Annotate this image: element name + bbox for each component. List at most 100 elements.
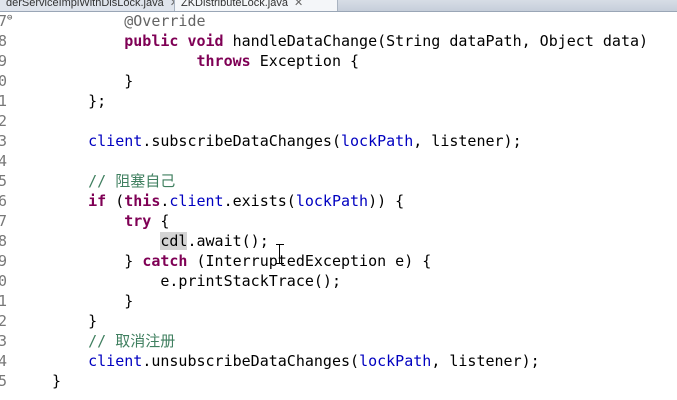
tab-label: derServiceImplWithDisLock.java [6, 0, 164, 9]
code-line[interactable]: 0 e.printStackTrace(); [0, 271, 677, 291]
code-line[interactable]: 7 ⊖ @Override [0, 11, 677, 31]
code-line[interactable]: 4 client.unsubscribeDataChanges(lockPath… [0, 351, 677, 371]
code-text: } [52, 291, 133, 311]
code-line[interactable]: 9 throws Exception { [0, 51, 677, 71]
code-line[interactable]: 2 } [0, 311, 677, 331]
code-line[interactable]: 3 // 取消注册 [0, 331, 677, 351]
fold-marker-icon[interactable]: ⊖ [7, 8, 12, 28]
code-text: cdl.await(); [52, 231, 269, 251]
token: } [52, 292, 134, 310]
token: e.printStackTrace(); [52, 272, 341, 290]
code-text: throws Exception { [52, 51, 360, 71]
token-cmt: // 取消注册 [88, 332, 176, 350]
token-hl: cdl [160, 232, 188, 250]
line-number: 2 [0, 112, 8, 130]
code-text: } [52, 311, 97, 331]
line-number: 7 [0, 212, 8, 230]
code-line[interactable]: 9 } catch (InterruptedException e) { [0, 251, 677, 271]
code-editor[interactable]: derServiceImplWithDisLock.java✕ ZKDistri… [0, 0, 677, 400]
token: ( [106, 192, 125, 210]
code-line[interactable]: 2 [0, 111, 677, 131]
token: .await(); [187, 232, 269, 250]
token: .subscribeDataChanges( [142, 132, 341, 150]
line-number: 1 [0, 292, 8, 310]
code-line[interactable]: 4 [0, 151, 677, 171]
code-line[interactable]: 8 public void handleDataChange(String da… [0, 31, 677, 51]
token-cmt: // 阻塞自己 [88, 172, 176, 190]
token-fld: client [88, 132, 143, 150]
code-line[interactable]: 1 } [0, 291, 677, 311]
code-text: // 阻塞自己 [52, 171, 175, 191]
code-line[interactable]: 5 // 阻塞自己 [0, 171, 677, 191]
token-ann: @Override [124, 12, 206, 30]
code-text: client.unsubscribeDataChanges(lockPath, … [52, 351, 540, 371]
code-text: // 取消注册 [52, 331, 175, 351]
code-text: }; [52, 91, 106, 111]
code-line[interactable]: 8 cdl.await(); [0, 231, 677, 251]
line-number: 8 [0, 232, 8, 250]
line-number: 2 [0, 312, 8, 330]
token-kw: void [187, 32, 224, 50]
token: Exception { [250, 52, 360, 70]
line-number: 8 [0, 32, 8, 50]
close-icon[interactable]: ✕ [294, 0, 303, 9]
line-number: 6 [0, 192, 8, 210]
token: } [52, 372, 62, 390]
token: )) { [368, 192, 405, 210]
tab-order-service-impl[interactable]: derServiceImplWithDisLock.java✕ [0, 0, 181, 11]
code-text: if (this.client.exists(lockPath)) { [52, 191, 404, 211]
token-fld: client [169, 192, 224, 210]
token: handleDataChange(String dataPath, Object… [223, 32, 649, 50]
code-text: client.subscribeDataChanges(lockPath, li… [52, 131, 522, 151]
token: }; [52, 92, 107, 110]
token: } [52, 252, 143, 270]
token-fld: lockPath [359, 352, 432, 370]
token-kw: throws [196, 52, 251, 70]
code-text: } [52, 371, 61, 391]
line-number: 4 [0, 352, 8, 370]
token: } [52, 312, 98, 330]
token: .exists( [223, 192, 296, 210]
text-cursor-icon [276, 244, 289, 264]
line-number: 9 [0, 52, 8, 70]
token-kw: public [124, 32, 179, 50]
line-number: 3 [0, 332, 8, 350]
code-text: @Override [52, 11, 206, 31]
code-text: } catch (InterruptedException e) { [52, 251, 431, 271]
token-kw: try [124, 212, 152, 230]
code-line[interactable]: 3 client.subscribeDataChanges(lockPath, … [0, 131, 677, 151]
token: { [151, 212, 170, 230]
line-number: 1 [0, 92, 8, 110]
token: .unsubscribeDataChanges( [142, 352, 360, 370]
code-text: try { [52, 211, 169, 231]
token-fld: lockPath [341, 132, 414, 150]
code-line[interactable]: 6 if (this.client.exists(lockPath)) { [0, 191, 677, 211]
code-text: } [52, 71, 133, 91]
code-area[interactable]: 7 ⊖ @Override 8 public void handleDataChan… [0, 11, 677, 391]
token-fld: client [88, 352, 143, 370]
line-number: 4 [0, 152, 8, 170]
code-line[interactable]: 1 }; [0, 91, 677, 111]
code-line[interactable]: 5} [0, 371, 677, 391]
token-kw: if [88, 192, 107, 210]
line-number: 5 [0, 172, 8, 190]
token-kw: this [124, 192, 161, 210]
code-line[interactable]: 0 } [0, 71, 677, 91]
line-number: 3 [0, 132, 8, 150]
token: (InterruptedException e) { [187, 252, 432, 270]
code-text: public void handleDataChange(String data… [52, 31, 648, 51]
code-line[interactable]: 7 try { [0, 211, 677, 231]
line-number: 9 [0, 252, 8, 270]
line-number: 0 [0, 272, 8, 290]
token: , listener); [431, 352, 540, 370]
